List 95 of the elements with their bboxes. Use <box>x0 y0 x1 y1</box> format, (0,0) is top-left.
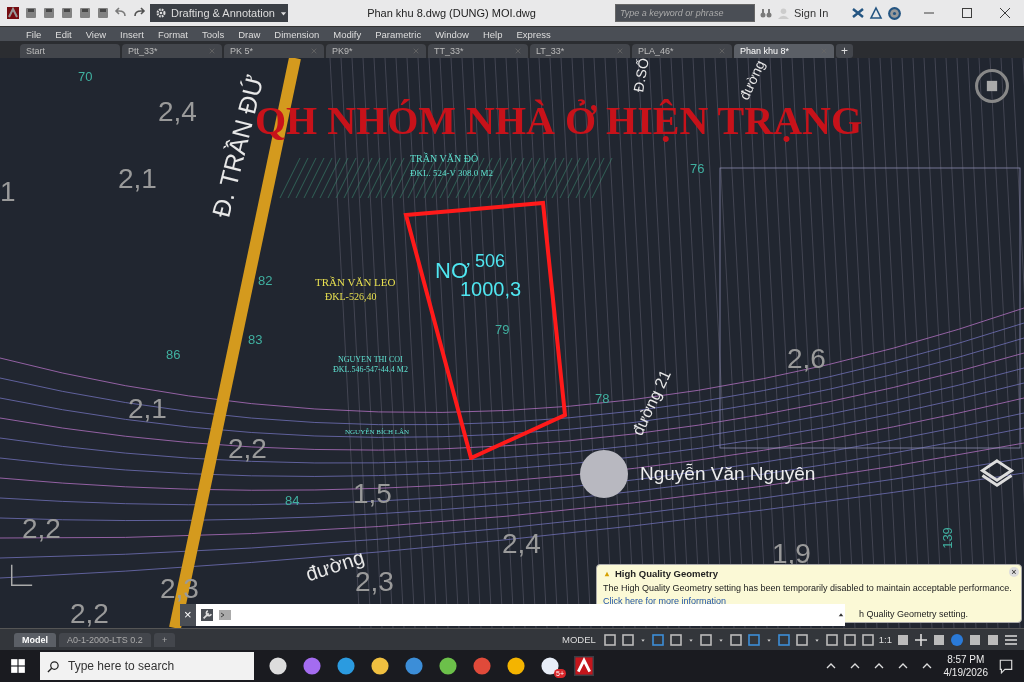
close-icon <box>310 47 318 55</box>
caret-icon[interactable] <box>837 611 845 619</box>
app-icon[interactable] <box>506 656 526 676</box>
plot-number: 76 <box>690 162 705 177</box>
view-cube-icon[interactable] <box>974 68 1010 104</box>
taskbar-search-field[interactable]: Type here to search <box>40 652 254 680</box>
plot-number: 82 <box>258 274 273 289</box>
more-info-link[interactable]: Click here for more information <box>603 596 1015 606</box>
file-tab[interactable]: TT_33* <box>428 44 528 58</box>
close-icon <box>208 47 216 55</box>
plot-number: 83 <box>248 333 263 348</box>
menu-item[interactable]: Draw <box>238 28 261 40</box>
file-tab[interactable]: Start <box>20 44 120 58</box>
close-icon[interactable] <box>998 6 1012 20</box>
plot-number: 78 <box>595 392 610 407</box>
annotation-scale[interactable]: 1:1 <box>878 634 892 645</box>
file-tab[interactable]: PLA_46* <box>632 44 732 58</box>
height-label: 2,4 <box>158 96 197 129</box>
search-icon <box>47 659 60 673</box>
owner-label: TRẦN VĂN LEO <box>315 276 396 289</box>
menu-item[interactable]: Format <box>157 28 188 40</box>
save-icon[interactable] <box>60 6 74 20</box>
close-icon <box>616 47 624 55</box>
close-button[interactable]: × <box>180 604 196 626</box>
wrench-icon[interactable] <box>200 609 213 621</box>
street-label: Đ.SỐ <box>630 58 652 94</box>
lot-label: 506 <box>475 251 506 272</box>
binoculars-icon[interactable] <box>759 6 773 20</box>
menu-icon[interactable] <box>1004 632 1018 647</box>
ucs-icon <box>8 563 34 589</box>
maximize-icon[interactable] <box>960 6 974 20</box>
menu-item[interactable]: View <box>85 28 107 40</box>
plot-number: 84 <box>285 494 300 509</box>
plot-number: 86 <box>166 348 181 363</box>
height-label: 2,6 <box>787 343 826 376</box>
close-button[interactable]: × <box>1009 567 1019 577</box>
menu-item[interactable]: Express <box>516 28 551 40</box>
help-icon[interactable] <box>887 5 902 21</box>
menu-item[interactable]: Tools <box>201 28 225 40</box>
owner-label: ĐKL. 524-V 308.0 M2 <box>410 168 494 179</box>
layout-tab[interactable]: Model <box>14 632 56 647</box>
layout-tab[interactable]: A0-1-2000-LTS 0.2 <box>59 632 151 647</box>
menu-item[interactable]: Help <box>482 28 503 40</box>
clock-date[interactable]: 4/19/2026 <box>943 666 988 679</box>
close-icon <box>718 47 726 55</box>
close-icon <box>514 47 522 55</box>
menu-item[interactable]: Edit <box>55 28 72 40</box>
triangle-icon[interactable] <box>869 6 883 20</box>
plot-number: 70 <box>78 70 93 85</box>
menu-item[interactable]: Parametric <box>375 28 422 40</box>
prompt-icon[interactable] <box>217 608 232 622</box>
plus-icon[interactable] <box>914 632 928 647</box>
menu-item[interactable]: Window <box>435 28 469 40</box>
workspace-dropdown[interactable]: Drafting & Annotation <box>150 4 288 22</box>
plot-number: 139 <box>940 527 956 549</box>
notification-text: h Quality Geometry setting. <box>859 609 969 619</box>
sign-in-button[interactable]: Sign In <box>777 6 847 20</box>
user-icon <box>777 6 790 20</box>
notification-title: High Quality Geometry <box>615 568 718 579</box>
file-tab[interactable]: PK9* <box>326 44 426 58</box>
file-tab[interactable]: PK 5* <box>224 44 324 58</box>
notification-center-icon[interactable] <box>998 658 1014 674</box>
height-label: 2,2 <box>22 513 61 546</box>
windows-start-icon[interactable] <box>10 658 26 674</box>
app-icon[interactable] <box>438 656 458 676</box>
height-label: 2,4 <box>502 528 541 561</box>
height-label: 2,2 <box>70 598 109 628</box>
layers-icon[interactable] <box>980 456 1014 490</box>
window-title: Phan khu 8.dwg (DUNG) MOI.dwg <box>366 7 537 19</box>
height-label: 1,9 <box>772 538 811 571</box>
model-space-button[interactable]: MODEL <box>559 634 599 645</box>
owner-label: ĐKL.546-547-44.4 M2 <box>333 365 408 375</box>
menu-item[interactable]: Dimension <box>274 28 320 40</box>
plot-number: 79 <box>495 323 510 338</box>
owner-label: NGUYEN THI COI <box>338 355 403 365</box>
close-icon <box>412 47 420 55</box>
owner-label: TRẦN VĂN ĐỎ <box>410 153 479 165</box>
app-logo-icon[interactable] <box>574 656 594 676</box>
owner-label: ĐKL-526,40 <box>325 291 377 303</box>
height-label: 2,1 <box>118 163 157 196</box>
workspace-label: Drafting & Annotation <box>171 7 275 19</box>
file-tab[interactable]: Phan khu 8* <box>734 44 834 58</box>
new-tab-button[interactable]: + <box>836 44 853 58</box>
search-field[interactable]: Type a keyword or phrase <box>615 4 755 22</box>
menu-item[interactable]: Insert <box>120 28 144 40</box>
new-layout-button[interactable]: + <box>153 632 176 647</box>
height-label: 1 <box>0 176 16 209</box>
file-tab[interactable]: LT_33* <box>530 44 630 58</box>
app-logo-icon[interactable] <box>6 6 20 20</box>
user-name: Nguyễn Văn Nguyên <box>640 463 816 485</box>
clock-time[interactable]: 8:57 PM <box>947 653 985 666</box>
file-tab[interactable]: Ptt_33* <box>122 44 222 58</box>
notification-text: The High Quality Geometry setting has been temporarily disabled to maintain acceptable performance. <box>603 583 1013 593</box>
menu-item[interactable]: Modify <box>333 28 362 40</box>
menu-item[interactable]: File <box>26 28 42 40</box>
